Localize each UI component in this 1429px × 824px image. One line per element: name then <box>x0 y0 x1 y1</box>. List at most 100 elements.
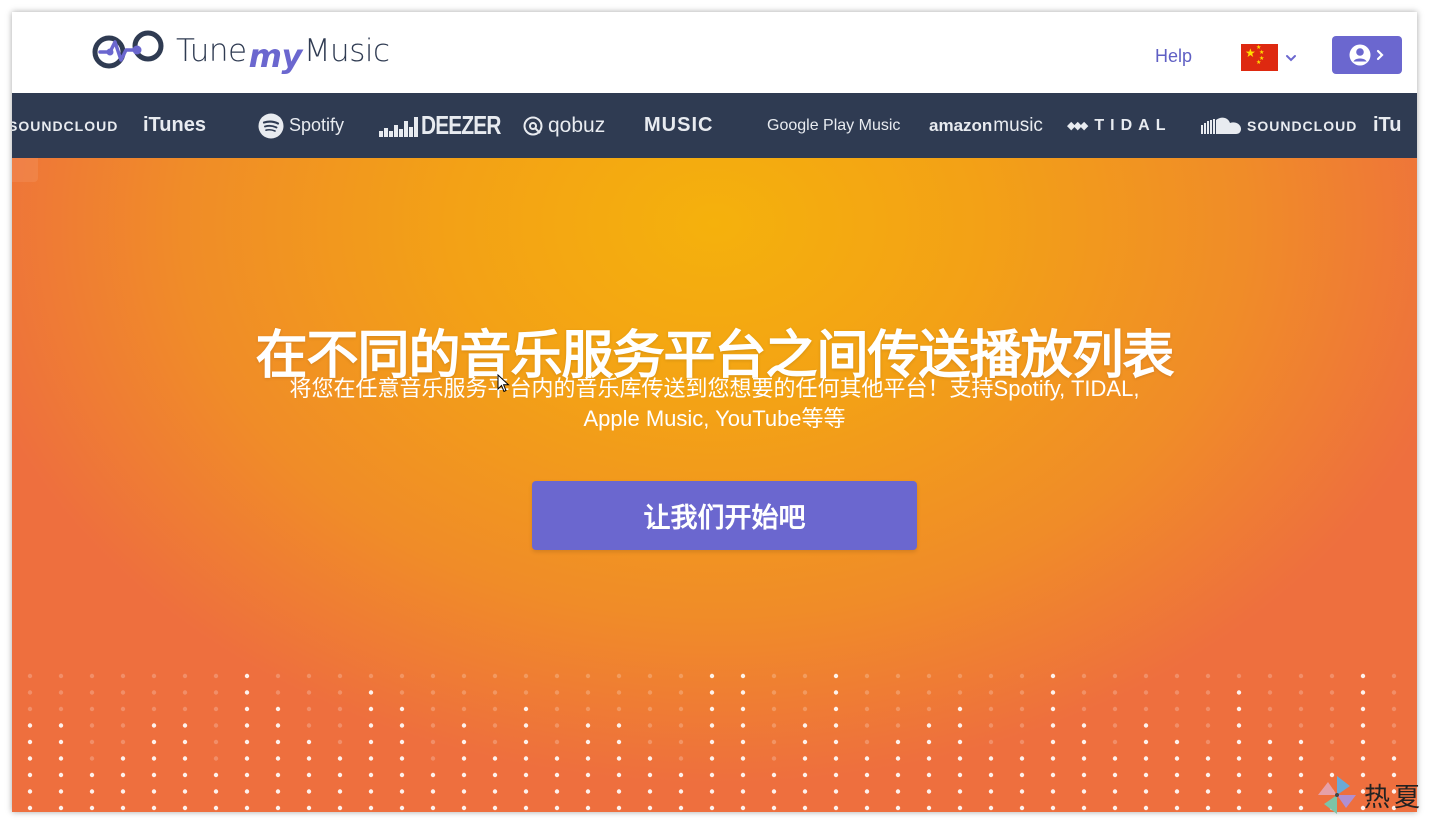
equalizer-dot <box>523 789 529 794</box>
equalizer-dot <box>213 805 219 811</box>
equalizer-dot <box>771 789 777 794</box>
equalizer-dot <box>523 805 529 811</box>
equalizer-dot <box>1019 756 1025 761</box>
equalizer-dot <box>1298 673 1304 679</box>
equalizer-dot <box>368 673 374 679</box>
equalizer-dot <box>647 805 653 811</box>
equalizer-dot <box>306 756 312 761</box>
equalizer-dot <box>27 673 33 679</box>
equalizer-dot <box>523 706 529 712</box>
equalizer-dot <box>1205 789 1211 794</box>
equalizer-dot <box>399 706 405 712</box>
equalizer-dot <box>89 673 95 679</box>
equalizer-dot <box>1050 673 1056 679</box>
equalizer-dot <box>1050 789 1056 794</box>
equalizer-dot <box>244 789 250 794</box>
equalizer-dot <box>1298 723 1304 728</box>
equalizer-dot <box>864 805 870 811</box>
equalizer-dot <box>957 739 963 745</box>
equalizer-dot <box>616 690 622 695</box>
equalizer-dot <box>895 805 901 811</box>
equalizer-dot <box>926 723 932 728</box>
equalizer-dot <box>275 690 281 695</box>
equalizer-dot <box>740 756 746 761</box>
equalizer-dot <box>399 756 405 761</box>
equalizer-dot <box>957 706 963 712</box>
equalizer-dot <box>461 723 467 728</box>
equalizer-dot <box>771 739 777 745</box>
equalizer-dot <box>368 723 374 728</box>
equalizer-dot <box>89 756 95 761</box>
equalizer-dot <box>1329 706 1335 712</box>
equalizer-dot <box>523 772 529 778</box>
equalizer-dot <box>678 805 684 811</box>
equalizer-dot <box>1205 772 1211 778</box>
equalizer-dot <box>1174 739 1180 745</box>
help-link[interactable]: Help <box>1155 46 1192 67</box>
equalizer-dot <box>244 756 250 761</box>
equalizer-dot <box>337 690 343 695</box>
start-button[interactable]: 让我们开始吧 <box>532 481 917 550</box>
equalizer-dot <box>1329 756 1335 761</box>
equalizer-dot <box>1174 706 1180 712</box>
equalizer-dot <box>1236 673 1242 679</box>
equalizer-dot <box>151 805 157 811</box>
equalizer-dot <box>182 772 188 778</box>
equalizer-dot <box>1143 673 1149 679</box>
equalizer-dot <box>709 706 715 712</box>
equalizer-dot <box>1205 805 1211 811</box>
equalizer-dot <box>1019 706 1025 712</box>
equalizer-dot <box>461 789 467 794</box>
equalizer-dot <box>1267 805 1273 811</box>
equalizer-dot <box>864 756 870 761</box>
equalizer-dot <box>1267 772 1273 778</box>
equalizer-dot <box>58 739 64 745</box>
equalizer-dot <box>430 772 436 778</box>
equalizer-dot <box>926 756 932 761</box>
equalizer-dot <box>151 723 157 728</box>
equalizer-dot <box>709 772 715 778</box>
equalizer-dot <box>151 706 157 712</box>
equalizer-dot <box>1019 772 1025 778</box>
equalizer-dot <box>58 756 64 761</box>
pinwheel-icon <box>1318 776 1356 814</box>
equalizer-dot <box>771 772 777 778</box>
equalizer-dot <box>709 723 715 728</box>
equalizer-dot <box>647 706 653 712</box>
equalizer-dot <box>306 805 312 811</box>
equalizer-dot <box>647 690 653 695</box>
equalizer-dot <box>1298 739 1304 745</box>
equalizer-dot <box>120 756 126 761</box>
equalizer-dot <box>275 673 281 679</box>
equalizer-dot <box>182 739 188 745</box>
equalizer-dot <box>275 789 281 794</box>
equalizer-dot <box>213 756 219 761</box>
equalizer-dot <box>802 739 808 745</box>
equalizer-dot <box>740 673 746 679</box>
equalizer-dot <box>58 723 64 728</box>
equalizer-dot <box>1267 723 1273 728</box>
equalizer-dot <box>1298 772 1304 778</box>
equalizer-dot <box>1391 739 1397 745</box>
equalizer-dot <box>244 706 250 712</box>
equalizer-dot <box>120 706 126 712</box>
account-button[interactable] <box>1332 36 1402 74</box>
equalizer-dot <box>1236 739 1242 745</box>
equalizer-dot <box>771 706 777 712</box>
equalizer-dot <box>585 673 591 679</box>
language-selector[interactable]: ★ ★ ★ ★ ★ <box>1241 44 1298 71</box>
equalizer-dot <box>523 690 529 695</box>
equalizer-dot <box>27 805 33 811</box>
equalizer-dot <box>988 756 994 761</box>
equalizer-dot <box>120 772 126 778</box>
equalizer-dot <box>957 789 963 794</box>
equalizer-dot <box>1391 723 1397 728</box>
equalizer-dot <box>213 739 219 745</box>
equalizer-dot <box>492 690 498 695</box>
equalizer-dot <box>554 723 560 728</box>
equalizer-dot <box>554 772 560 778</box>
service-apple-music: MUSIC <box>644 114 714 136</box>
logo[interactable]: TunemyMusic <box>90 25 390 75</box>
equalizer-dot <box>1267 706 1273 712</box>
equalizer-dot <box>182 723 188 728</box>
